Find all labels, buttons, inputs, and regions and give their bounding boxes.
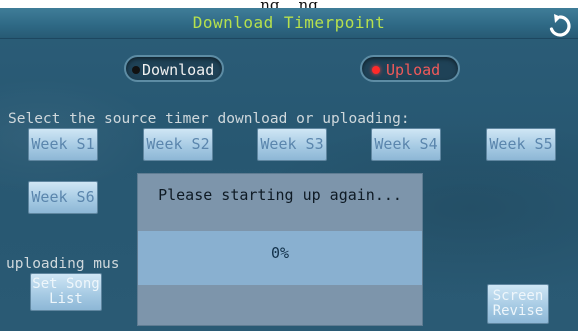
back-arrow-icon[interactable]: [548, 14, 572, 38]
download-label: Download: [142, 61, 215, 79]
uploading-notice: uploading mus: [6, 256, 120, 272]
screen-revise-line1: Screen: [492, 288, 544, 304]
week-s3-button[interactable]: Week S3: [257, 128, 327, 161]
download-toggle[interactable]: Download: [124, 55, 224, 82]
title-bar: Download Timerpoint: [0, 8, 578, 39]
week-s6-button[interactable]: Week S6: [28, 181, 98, 214]
dialog-message: Please starting up again...: [158, 186, 402, 204]
week-s5-button[interactable]: Week S5: [486, 128, 556, 161]
week-s4-button[interactable]: Week S4: [371, 128, 441, 161]
upload-label: Upload: [386, 61, 441, 79]
progress-dialog: Please starting up again... 0%: [137, 173, 423, 326]
radio-dot-selected-icon: [372, 65, 380, 74]
screen-revise-line2: Revise: [492, 303, 544, 319]
select-source-prompt: Select the source timer download or uplo…: [8, 111, 410, 127]
radio-dot-icon: [132, 65, 140, 74]
set-song-list-line2: List: [49, 291, 83, 307]
screen-revise-button[interactable]: Screen Revise: [487, 284, 549, 324]
week-s1-button[interactable]: Week S1: [28, 128, 98, 161]
upload-toggle[interactable]: Upload: [360, 55, 460, 82]
set-song-list-button[interactable]: Set Song List: [30, 273, 102, 311]
device-screen: Download Timerpoint Download Upload Sele…: [0, 8, 578, 331]
page-title: Download Timerpoint: [192, 13, 386, 32]
progress-percent: 0%: [270, 244, 290, 262]
set-song-list-line1: Set Song: [32, 276, 100, 292]
week-s2-button[interactable]: Week S2: [143, 128, 213, 161]
